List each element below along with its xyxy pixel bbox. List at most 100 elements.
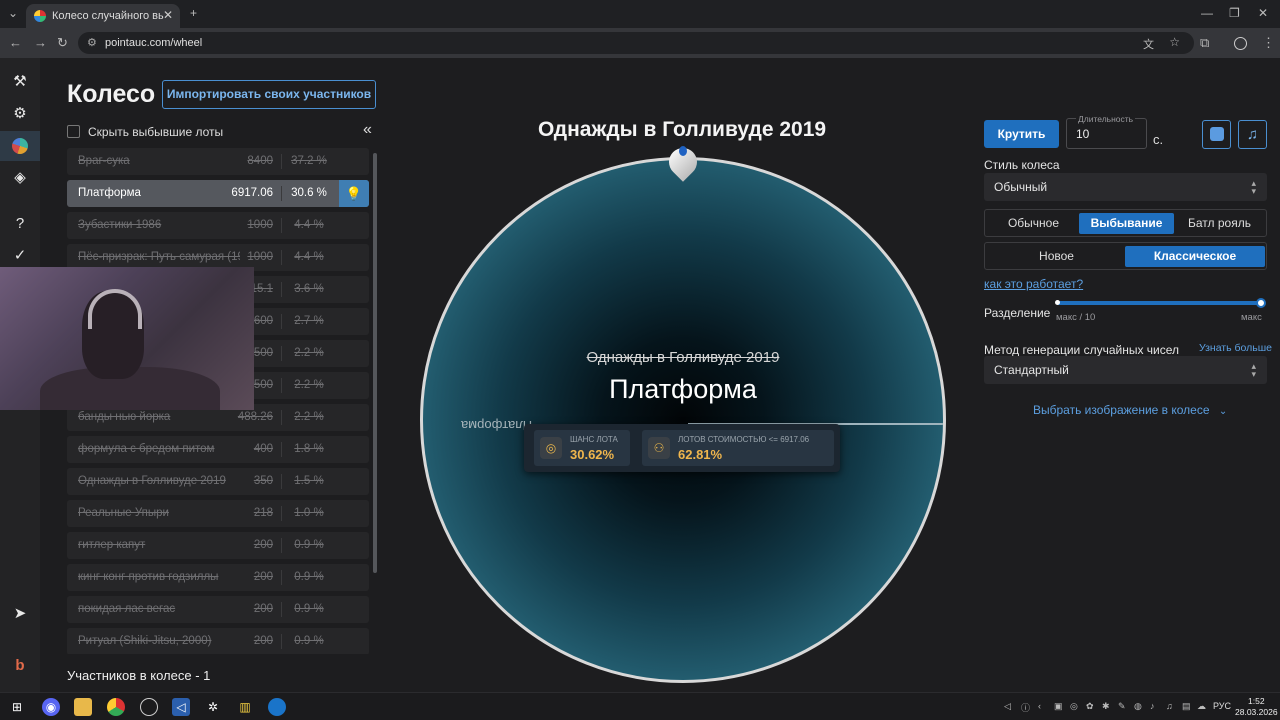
chrome-icon[interactable] — [107, 698, 125, 716]
system-clock[interactable]: 1:52 28.03.2026 — [1235, 696, 1278, 718]
wheel-style-select[interactable]: Обычный ▴ ▾ — [984, 173, 1267, 201]
tray-mic-icon[interactable]: ♪ — [1150, 701, 1155, 711]
lot-row[interactable]: покидая лас вегас 200 0.9 % — [67, 596, 369, 623]
mode-option[interactable]: Выбывание — [1079, 213, 1174, 234]
tray-volume-icon[interactable]: ♫ — [1166, 701, 1173, 711]
windows-start-icon[interactable]: ⊞ — [8, 698, 26, 716]
bookmark-star-icon[interactable]: ☆ — [1169, 35, 1180, 49]
settings-gear-icon[interactable]: ⚙ — [9, 103, 31, 125]
variant-option[interactable]: Новое — [988, 246, 1125, 267]
lot-row[interactable]: формула с бредом питом 400 1.8 % — [67, 436, 369, 463]
vscode-icon[interactable]: ◁ — [172, 698, 190, 716]
lightbulb-icon[interactable]: 💡 — [339, 180, 369, 207]
lot-row[interactable]: Зубастики 1986 1000 4.4 % — [67, 212, 369, 239]
tray-bluetooth-icon[interactable]: ✱ — [1102, 701, 1110, 712]
reload-icon[interactable]: ↻ — [57, 35, 68, 51]
tray-app-icon[interactable]: ✿ — [1086, 701, 1094, 712]
wheel-pie-icon[interactable] — [9, 135, 31, 157]
back-icon[interactable]: ← — [9, 35, 22, 50]
browser-menu-icon[interactable]: ⋮ — [1262, 35, 1275, 51]
variant-option[interactable]: Классическое — [1125, 246, 1265, 267]
new-tab-icon[interactable]: + — [190, 6, 197, 20]
tray-cloud-icon[interactable]: ☁ — [1197, 701, 1206, 712]
url-text: pointauc.com/wheel — [105, 37, 203, 49]
tray-nvidia-icon[interactable]: ▣ — [1054, 701, 1063, 712]
wheel-pointer-icon — [663, 142, 703, 188]
import-participants-button[interactable]: Импортировать своих участников — [162, 80, 376, 109]
wheel[interactable]: Платформа — [420, 157, 946, 683]
address-bar[interactable]: ⚙ pointauc.com/wheel 文 ☆ — [78, 32, 1194, 54]
tray-info-icon[interactable]: ⓘ — [1021, 701, 1030, 714]
lot-list-scrollbar[interactable] — [373, 153, 377, 573]
tray-steam-icon[interactable]: ◍ — [1134, 701, 1142, 712]
lot-percent: 37.2 % — [291, 155, 327, 167]
lot-percent: 0.9 % — [294, 603, 324, 615]
clock-time: 1:52 — [1248, 696, 1265, 706]
lot-row[interactable]: Однажды в Голливуде 2019 350 1.5 % — [67, 468, 369, 495]
telegram-icon[interactable]: ➤ — [9, 603, 31, 625]
lot-name: Платформа — [78, 187, 141, 199]
lot-row[interactable]: Платформа 6917.06 30.6 % 💡 — [67, 180, 369, 207]
profile-avatar-icon[interactable] — [1234, 37, 1247, 50]
file-explorer-icon[interactable] — [74, 698, 92, 716]
rng-select[interactable]: Стандартный ▴ ▾ — [984, 356, 1267, 384]
lot-divider — [281, 570, 282, 585]
lot-row[interactable]: Ритуал (Shiki-Jitsu, 2000) 200 0.9 % — [67, 628, 369, 654]
forward-icon[interactable]: → — [34, 35, 47, 50]
wheel-title: Однажды в Голливуде 2019 — [537, 118, 827, 141]
tray-pen-icon[interactable]: ✎ — [1118, 701, 1126, 712]
app-circle-icon[interactable]: ✲ — [204, 698, 222, 716]
translate-icon[interactable]: 文 — [1143, 36, 1154, 52]
discord-icon[interactable]: ◉ — [42, 698, 60, 716]
duration-label: Длительность — [1076, 114, 1136, 124]
mode-option[interactable]: Обычное — [988, 213, 1079, 234]
lot-amount: 350 — [253, 475, 273, 487]
close-tab-icon[interactable]: ✕ — [163, 8, 173, 22]
lot-name: Зубастики 1986 — [78, 219, 162, 231]
mode-option[interactable]: Батл рояль — [1174, 213, 1265, 234]
site-info-icon[interactable]: ⚙ — [87, 36, 97, 49]
shield-check-icon[interactable]: ✓ — [9, 245, 31, 267]
select-arrows-icon: ▴ ▾ — [1251, 178, 1256, 196]
boosty-icon[interactable]: b — [9, 655, 31, 677]
tray-discord-icon[interactable]: ◎ — [1070, 701, 1078, 712]
steam-icon[interactable] — [268, 698, 286, 716]
extensions-icon[interactable]: ⧉ — [1200, 35, 1209, 51]
close-window-icon[interactable]: ✕ — [1258, 6, 1268, 20]
result-stats-card: ◎ ШАНС ЛОТА 30.62% ⚇ ЛОТОВ СТОИМОСТЬЮ <=… — [524, 424, 840, 472]
lot-row[interactable]: гитлер капут 200 0.9 % — [67, 532, 369, 559]
browser-tab[interactable]: Колесо случайного выбора – П ✕ — [26, 4, 180, 28]
auction-gavel-icon[interactable]: ⚒ — [9, 71, 31, 93]
random-dice-button[interactable] — [1202, 120, 1231, 149]
tray-telegram-icon[interactable]: ◁ — [1004, 701, 1011, 712]
lot-row[interactable]: кинг конг против годзиллы 200 0.9 % — [67, 564, 369, 591]
rng-learn-more-link[interactable]: Узнать больше — [1199, 342, 1272, 354]
tray-network-icon[interactable]: ▤ — [1182, 701, 1191, 712]
spin-button[interactable]: Крутить — [984, 120, 1059, 148]
group-icon: ⚇ — [648, 437, 670, 459]
music-button[interactable]: ♫ — [1238, 120, 1267, 149]
stat-lots-value: 62.81% — [678, 447, 723, 462]
lot-row[interactable]: Враг-сука 8400 37.2 % — [67, 148, 369, 175]
choose-wheel-image-button[interactable]: Выбрать изображение в колесе ⌄ — [1033, 403, 1227, 417]
tray-chevron-icon[interactable]: ‹ — [1038, 701, 1041, 711]
hide-eliminated-checkbox[interactable] — [67, 125, 80, 138]
split-slider-handle[interactable] — [1256, 298, 1266, 308]
tab-search-icon[interactable]: ⌄ — [8, 6, 18, 20]
restore-icon[interactable]: ❐ — [1229, 6, 1240, 20]
lot-amount: 200 — [253, 603, 273, 615]
keyboard-language[interactable]: РУС — [1213, 701, 1231, 711]
collapse-panel-icon[interactable]: « — [363, 121, 372, 139]
lot-percent: 0.9 % — [294, 571, 324, 583]
minimize-icon[interactable]: — — [1201, 6, 1213, 20]
previous-result: Однажды в Голливуде 2019 — [586, 349, 780, 366]
obs-icon[interactable] — [140, 698, 158, 716]
split-slider-track[interactable] — [1057, 301, 1261, 305]
how-it-works-link[interactable]: как это работает? — [984, 277, 1083, 291]
lot-row[interactable]: Реальные Упыри 218 1.0 % — [67, 500, 369, 527]
stat-chance: ◎ ШАНС ЛОТА 30.62% — [534, 430, 630, 466]
split-max-label: макс — [1241, 312, 1262, 323]
layers-icon[interactable]: ◈ — [9, 167, 31, 189]
app-lock-icon[interactable]: ▥ — [236, 698, 254, 716]
help-icon[interactable]: ? — [9, 213, 31, 235]
